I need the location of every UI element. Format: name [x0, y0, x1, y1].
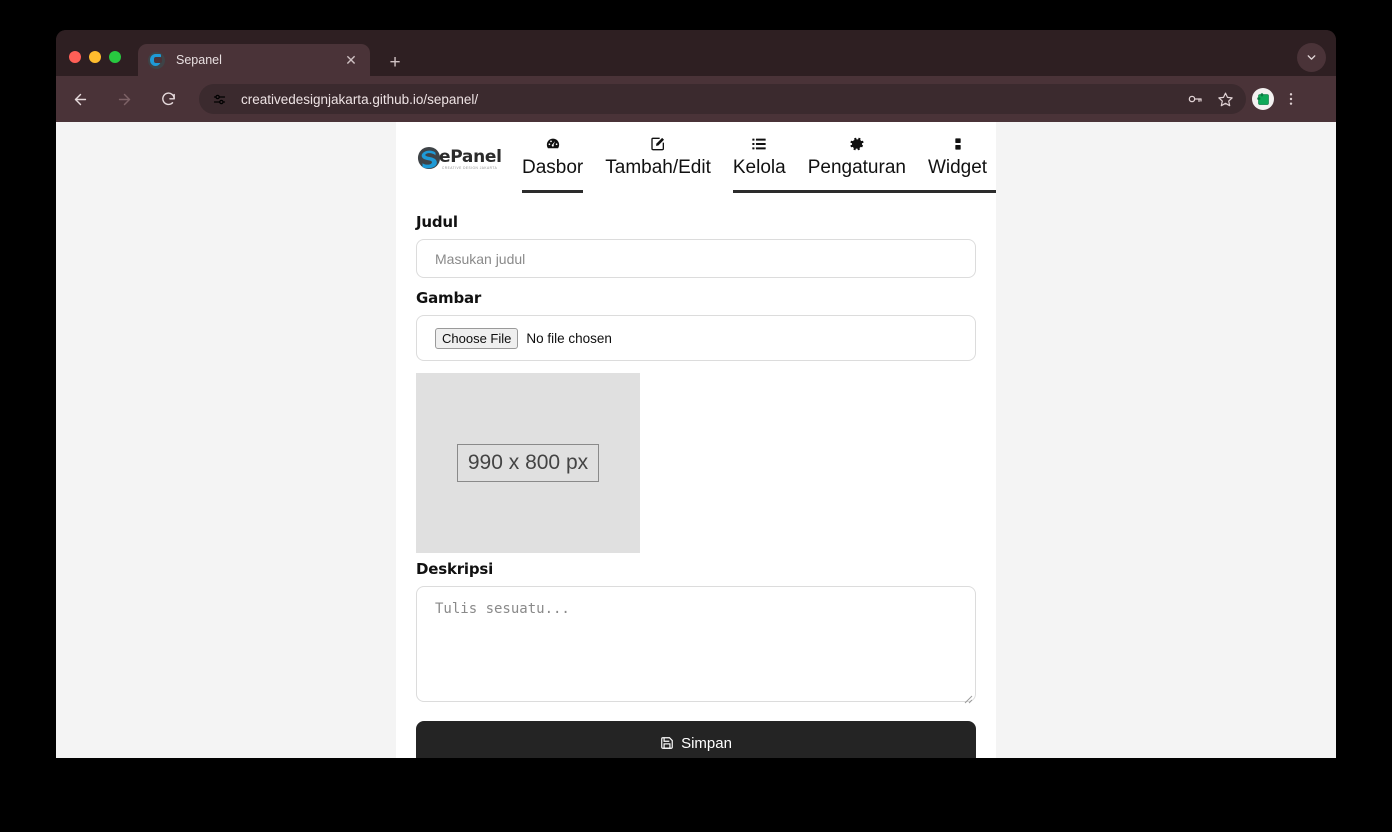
list-icon [751, 134, 767, 154]
nav-item-label: Tambah/Edit [605, 157, 711, 178]
active-tab-underline [732, 190, 996, 193]
toolbar-right-actions [1246, 86, 1312, 112]
pen-to-square-icon [650, 134, 666, 154]
sepanel-app-container: ePanel CREATIVE DESIGN JAKARTA Dasbor Ta… [396, 122, 996, 758]
floppy-disk-icon [661, 737, 673, 749]
content-form: Judul Gambar Choose File No file chosen … [396, 200, 996, 758]
key-icon[interactable] [1184, 88, 1206, 110]
gauge-icon [545, 134, 561, 154]
nav-item-tambah-edit[interactable]: Tambah/Edit [605, 134, 711, 181]
deskripsi-label: Deskripsi [416, 560, 494, 578]
browser-tab-title: Sepanel [176, 53, 222, 67]
close-icon[interactable]: ✕ [342, 51, 360, 69]
tune-icon[interactable] [209, 89, 229, 109]
choose-file-button[interactable]: Choose File [435, 327, 519, 349]
close-window-button[interactable] [69, 51, 81, 63]
browser-tab-strip: Sepanel ✕ + [56, 30, 1336, 76]
maximize-window-button[interactable] [109, 51, 121, 63]
minimize-window-button[interactable] [89, 51, 101, 63]
gambar-file-input[interactable]: Choose File No file chosen [416, 315, 976, 361]
chevron-down-icon[interactable] [1297, 43, 1326, 72]
plus-icon[interactable]: + [382, 51, 408, 77]
browser-tab[interactable]: Sepanel ✕ [138, 44, 370, 76]
save-button[interactable]: Simpan [416, 721, 976, 758]
window-traffic-lights [69, 51, 121, 63]
address-bar-actions [1184, 88, 1240, 110]
nav-item-label: Kelola [732, 157, 786, 178]
sepanel-favicon-icon [148, 51, 165, 69]
sepanel-logo[interactable]: ePanel CREATIVE DESIGN JAKARTA [416, 142, 502, 176]
nav-item-label: Widget [927, 157, 988, 178]
nav-item-pengaturan[interactable]: Pengaturan [808, 134, 906, 181]
star-icon[interactable] [1214, 88, 1236, 110]
browser-window: Sepanel ✕ + creativedesignjakarta.github… [56, 30, 1336, 758]
file-chosen-label: No file chosen [526, 330, 612, 346]
deskripsi-textarea[interactable] [416, 586, 976, 702]
app-navigation: ePanel CREATIVE DESIGN JAKARTA Dasbor Ta… [396, 122, 996, 200]
image-preview-placeholder: 990 x 800 px [416, 373, 640, 553]
nav-item-dasbor[interactable]: Dasbor [522, 134, 584, 193]
image-alt-text: 990 x 800 px [456, 444, 600, 482]
gear-icon [849, 134, 865, 154]
three-dot-menu-icon[interactable] [1278, 86, 1304, 112]
gambar-label: Gambar [416, 289, 482, 307]
brand-tagline: CREATIVE DESIGN JAKARTA [442, 166, 498, 170]
reload-icon[interactable] [153, 84, 183, 114]
active-tab-underline [522, 190, 584, 193]
nav-item-kelola[interactable]: Kelola [732, 134, 996, 193]
judul-input[interactable] [416, 239, 976, 278]
nav-item-widget[interactable]: Widget [928, 134, 987, 181]
page-viewport: ePanel CREATIVE DESIGN JAKARTA Dasbor Ta… [56, 122, 1336, 758]
nav-item-label: Pengaturan [807, 157, 906, 178]
extension-puzzle-icon[interactable] [1252, 88, 1274, 110]
browser-toolbar: creativedesignjakarta.github.io/sepanel/ [56, 76, 1336, 122]
grip-vertical-icon [950, 134, 966, 154]
forward-arrow-icon[interactable] [109, 84, 139, 114]
address-bar[interactable]: creativedesignjakarta.github.io/sepanel/ [199, 84, 1246, 114]
judul-label: Judul [416, 213, 458, 231]
brand-name: ePanel [439, 147, 502, 167]
back-arrow-icon[interactable] [65, 84, 95, 114]
address-bar-url: creativedesignjakarta.github.io/sepanel/ [241, 91, 479, 107]
nav-item-label: Dasbor [522, 157, 584, 178]
save-button-label: Simpan [681, 734, 732, 752]
